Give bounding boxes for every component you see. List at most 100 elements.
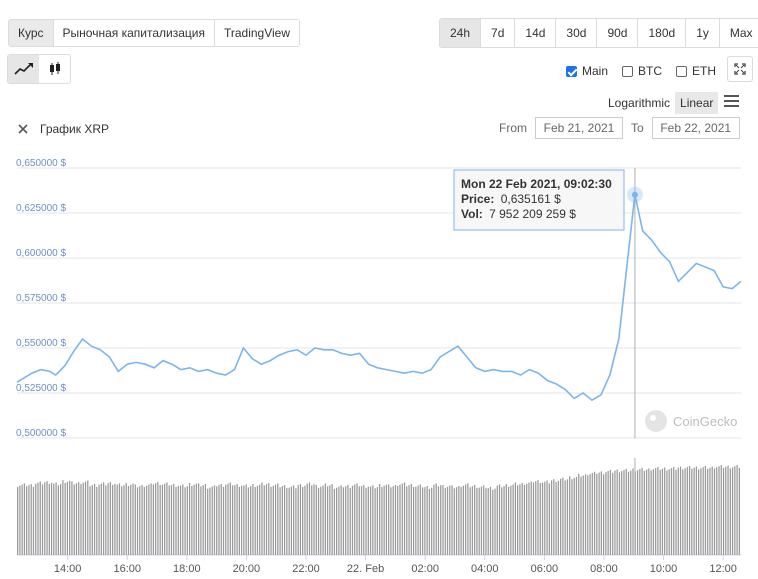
volume-bar bbox=[419, 484, 421, 555]
volume-bar bbox=[394, 484, 397, 555]
volume-bar bbox=[145, 485, 148, 555]
volume-bar bbox=[234, 485, 236, 555]
volume-bar bbox=[96, 486, 98, 555]
volume-bar bbox=[308, 482, 311, 555]
volume-bar bbox=[50, 482, 53, 555]
volume-bar bbox=[207, 488, 209, 555]
volume-bar bbox=[541, 482, 544, 555]
volume-bar bbox=[700, 468, 702, 555]
volume-bar bbox=[152, 484, 155, 555]
volume-bar bbox=[564, 480, 566, 555]
volume-bar bbox=[392, 486, 394, 555]
volume-bar bbox=[485, 488, 487, 555]
volume-bar bbox=[220, 483, 222, 555]
volume-bar bbox=[655, 468, 657, 555]
volume-bar bbox=[195, 483, 197, 555]
volume-bar bbox=[93, 483, 96, 555]
volume-bar bbox=[342, 487, 345, 555]
volume-bar bbox=[546, 480, 548, 555]
volume-bar bbox=[66, 481, 69, 555]
volume-bar bbox=[259, 484, 261, 555]
volume-bar bbox=[668, 469, 670, 555]
volume-bar bbox=[607, 470, 609, 555]
volume-bar bbox=[648, 468, 650, 555]
volume-bar bbox=[505, 483, 507, 555]
volume-bar bbox=[440, 485, 442, 555]
volume-bar bbox=[578, 473, 580, 555]
volume-bar bbox=[125, 483, 127, 555]
volume-bar bbox=[580, 476, 582, 555]
volume-bar bbox=[539, 483, 541, 555]
volume-bar bbox=[82, 482, 84, 555]
volume-bar bbox=[383, 485, 385, 555]
volume-bar bbox=[727, 465, 729, 555]
volume-bar bbox=[372, 485, 374, 555]
volume-bar bbox=[639, 469, 641, 555]
volume-bar bbox=[385, 484, 388, 555]
volume-bar bbox=[170, 485, 173, 555]
volume-bar bbox=[179, 485, 182, 555]
volume-bar bbox=[623, 470, 625, 555]
volume-bar bbox=[204, 483, 207, 555]
volume-bar bbox=[59, 484, 62, 555]
volume-bar bbox=[369, 486, 372, 555]
volume-bar bbox=[347, 484, 349, 555]
volume-bar bbox=[360, 486, 363, 555]
volume-bar bbox=[268, 483, 270, 555]
volume-bar bbox=[569, 476, 571, 555]
hover-point[interactable] bbox=[631, 191, 638, 198]
svg-text:Price: 0,635161 $: Price: 0,635161 $ bbox=[461, 192, 561, 206]
volume-bar bbox=[139, 486, 141, 555]
volume-bar bbox=[555, 482, 557, 555]
volume-bar bbox=[664, 467, 666, 555]
volume-bar bbox=[523, 484, 526, 555]
volume-bar bbox=[507, 486, 510, 555]
volume-bar bbox=[336, 487, 338, 555]
volume-bar bbox=[709, 467, 711, 555]
volume-bar bbox=[494, 488, 496, 555]
volume-bar bbox=[32, 486, 35, 555]
volume-bar bbox=[64, 483, 66, 555]
volume-bar bbox=[657, 466, 659, 555]
volume-bar bbox=[87, 480, 89, 555]
volume-bar bbox=[37, 482, 39, 555]
volume-bar bbox=[73, 484, 75, 555]
volume-bar bbox=[351, 485, 354, 555]
volume-bar bbox=[731, 467, 734, 555]
volume-bar bbox=[673, 466, 675, 555]
volume-bar bbox=[69, 480, 71, 555]
volume-bar bbox=[627, 471, 630, 555]
volume-bar bbox=[295, 488, 297, 555]
volume-bar bbox=[695, 466, 698, 555]
volume-bar bbox=[605, 472, 607, 555]
volume-bar bbox=[584, 474, 587, 555]
volume-bar bbox=[722, 467, 725, 555]
volume-bar bbox=[483, 485, 485, 555]
volume-bar bbox=[177, 485, 179, 555]
volume-bar bbox=[41, 484, 44, 555]
volume-bar bbox=[218, 485, 220, 555]
volume-bar bbox=[614, 470, 616, 555]
volume-bar bbox=[688, 465, 691, 555]
x-tick-label: 08:00 bbox=[590, 563, 618, 575]
volume-bar bbox=[711, 466, 713, 555]
volume-bar bbox=[161, 484, 164, 555]
volume-bar bbox=[464, 484, 467, 555]
volume-bar bbox=[573, 477, 575, 555]
volume-bar bbox=[107, 483, 109, 555]
volume-bar bbox=[734, 466, 736, 555]
x-tick-label: 06:00 bbox=[531, 563, 559, 575]
volume-bar bbox=[446, 486, 449, 555]
volume-bar bbox=[433, 484, 435, 555]
x-axis-labels: 14:00 16:00 18:00 20:00 22:00 22. Feb 02:00 04:… bbox=[54, 555, 737, 575]
volume-bar bbox=[209, 487, 211, 555]
tooltip-date: Mon 22 Feb 2021, 09:02:30 bbox=[461, 177, 612, 191]
y-tick-label: 0,550000 $ bbox=[16, 338, 66, 349]
volume-bar bbox=[240, 485, 243, 555]
volume-bar bbox=[544, 481, 546, 555]
volume-bar bbox=[19, 485, 21, 555]
volume-bar bbox=[535, 481, 537, 555]
price-chart[interactable]: 0,650000 $ 0,625000 $ 0,600000 $ 0,575000 $… bbox=[0, 0, 758, 579]
volume-bar bbox=[736, 464, 738, 555]
volume-bar bbox=[704, 465, 707, 555]
